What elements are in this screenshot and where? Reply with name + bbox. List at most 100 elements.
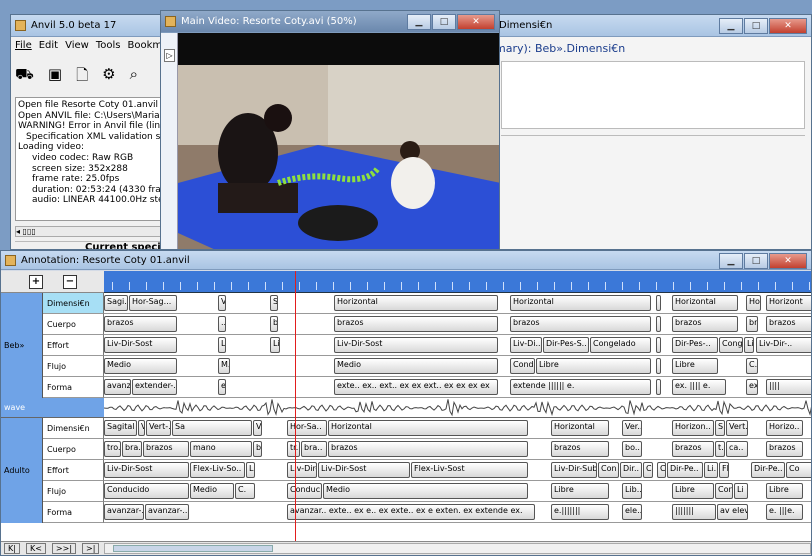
open-icon[interactable]: ⛟ [15,65,34,90]
annotation-element[interactable]: ca.. [726,441,748,457]
annotation-element[interactable]: extende |||||| e. [510,379,651,395]
annotation-element[interactable]: Liv-Dir-Sost [318,462,410,478]
annotation-element[interactable]: b. [253,441,262,457]
annotation-element[interactable]: Con [715,483,733,499]
save-icon[interactable]: ▣ [48,65,62,90]
track-name[interactable]: Flujo [43,356,104,377]
annotation-element[interactable]: Liv-Dir-Sost [104,462,189,478]
annotation-element[interactable]: Liv-Dir-.. [756,337,811,353]
annotation-element[interactable]: Dir-Pe.. [751,462,785,478]
annotation-element[interactable] [656,295,661,311]
annotation-element[interactable]: |||| [766,379,811,395]
track-name[interactable]: Effort [43,335,104,356]
annotation-element[interactable]: .. [218,316,226,332]
annotation-element[interactable]: Co [786,462,811,478]
track-lane[interactable]: Sagi..Hor-Sag... V. S. Horizontal Horizontal… [104,293,811,314]
menu-bookmarks[interactable]: Bookm [127,40,162,51]
menu-tools[interactable]: Tools [96,40,121,51]
annotation-element[interactable]: Liv-Dir-Sost [334,337,498,353]
maximize-button[interactable]: □ [432,14,456,30]
annotation-element[interactable]: e.||||||| [551,504,609,520]
annotation-element[interactable]: brazos [766,441,803,457]
track-name[interactable]: Dimensi€n [43,293,104,314]
annotation-element[interactable]: e. |||e. [766,504,803,520]
annotation-element[interactable]: brazos [328,441,528,457]
annotation-element[interactable]: ex. [746,379,758,395]
annotation-element[interactable]: Liv-Dir-.. [287,462,317,478]
menu-edit[interactable]: Edit [39,40,58,51]
annotation-element[interactable]: brazos [143,441,189,457]
annotation-element[interactable]: ex. |||| e. [672,379,726,395]
annotation-element[interactable]: M. [218,358,230,374]
track-lane[interactable]: Liv-Dir-SostL.Li.Liv-Dir-SostLiv-Di..Dir… [104,335,811,356]
track-lane[interactable]: avanz..extender-.. e. exte.. ex.. ext.. ex… [104,377,811,398]
annotation-element[interactable]: Flex-Liv-Sost [411,462,528,478]
close-button[interactable]: ✕ [769,253,807,269]
zoom-out-button[interactable]: − [63,275,77,289]
annotation-element[interactable]: Dir.. [620,462,642,478]
annotation-element[interactable]: brazos [672,316,738,332]
annotation-element[interactable]: Libre [672,358,718,374]
annotation-element[interactable]: Sa [172,420,252,436]
annotation-element[interactable]: ||||||| [672,504,716,520]
annotation-element[interactable]: Condu [510,358,535,374]
annotation-element[interactable]: brazos [510,316,651,332]
annotation-element[interactable]: Lib.. [622,483,642,499]
annotation-element[interactable]: Hor-Sa.. [287,420,327,436]
annotation-element[interactable]: Cong.. [719,337,743,353]
annotation-element[interactable]: Li. [270,337,280,353]
annotation-element[interactable]: C.. [643,462,653,478]
annotation-element[interactable]: Liv-Dir-Sub [551,462,597,478]
annotation-element[interactable]: S. [715,420,725,436]
annotation-element[interactable]: Horizont [766,295,811,311]
annotation-element[interactable]: extender-.. [132,379,177,395]
annotation-element[interactable]: brazos [334,316,498,332]
scrollbar-thumb[interactable] [113,545,273,552]
track-group-label[interactable]: Beb» [1,293,43,398]
annotation-element[interactable] [656,379,661,395]
annotation-element[interactable]: Li [734,483,748,499]
annotation-element[interactable]: Horizontal [672,295,738,311]
annotation-element[interactable]: Fl. [719,462,729,478]
annotation-element[interactable]: bra.. [122,441,142,457]
track-name[interactable]: Forma [43,377,104,398]
annotation-element[interactable]: br. [746,316,758,332]
annotation-element[interactable]: Horizontal [328,420,528,436]
track-lane[interactable]: brazos.. b. brazos brazos brazos br. brazos [104,314,811,335]
annotation-element[interactable]: Con [598,462,619,478]
annotation-element[interactable]: Conduc.. [287,483,322,499]
annotation-element[interactable]: Horizontal [334,295,498,311]
annotation-element[interactable]: Dir-Pes-.. [672,337,718,353]
minimize-button[interactable]: ▁ [719,253,743,269]
annotation-element[interactable]: V. [218,295,226,311]
wave-track-label[interactable]: wave [1,398,104,418]
annotation-element[interactable]: Medio [190,483,234,499]
anvil-titlebar[interactable]: Anvil 5.0 beta 17 [11,15,169,37]
annotation-element[interactable]: tr.. [287,441,300,457]
track-lane[interactable]: avanzar-.. avanzar-.. avanzar.. exte.. ex … [104,502,811,523]
annotation-element[interactable]: brazos [551,441,609,457]
annotation-element[interactable]: brazos [672,441,714,457]
track-name[interactable]: Effort [43,460,104,481]
annotation-element[interactable]: ele.. [622,504,642,520]
annotation-element[interactable]: avanzar-.. [145,504,189,520]
annotation-element[interactable]: Li. [744,337,754,353]
annotation-element[interactable]: avanzar.. exte.. ex e.. ex exte.. ex e e… [287,504,535,520]
track-name[interactable]: Cuerpo [43,314,104,335]
timeline-scrollbar[interactable] [104,543,811,554]
annotation-element[interactable]: Sagi.. [104,295,128,311]
annotation-element[interactable]: brazos [766,316,811,332]
collapse-icon[interactable]: ▷ [164,49,175,62]
annotation-element[interactable] [656,337,661,353]
close-button[interactable]: ✕ [457,14,495,30]
annotation-element[interactable]: Li. [246,462,255,478]
waveform[interactable] [103,398,811,418]
track-name[interactable]: Dimensi€n [43,418,104,439]
annotation-element[interactable]: V. [253,420,262,436]
annotation-element[interactable]: Medio [323,483,528,499]
track-name[interactable]: Cuerpo [43,439,104,460]
time-ruler[interactable] [104,271,811,293]
maximize-button[interactable]: □ [744,18,768,34]
annotation-element[interactable]: Ver.. [622,420,642,436]
annotation-element[interactable]: Vert. [726,420,748,436]
